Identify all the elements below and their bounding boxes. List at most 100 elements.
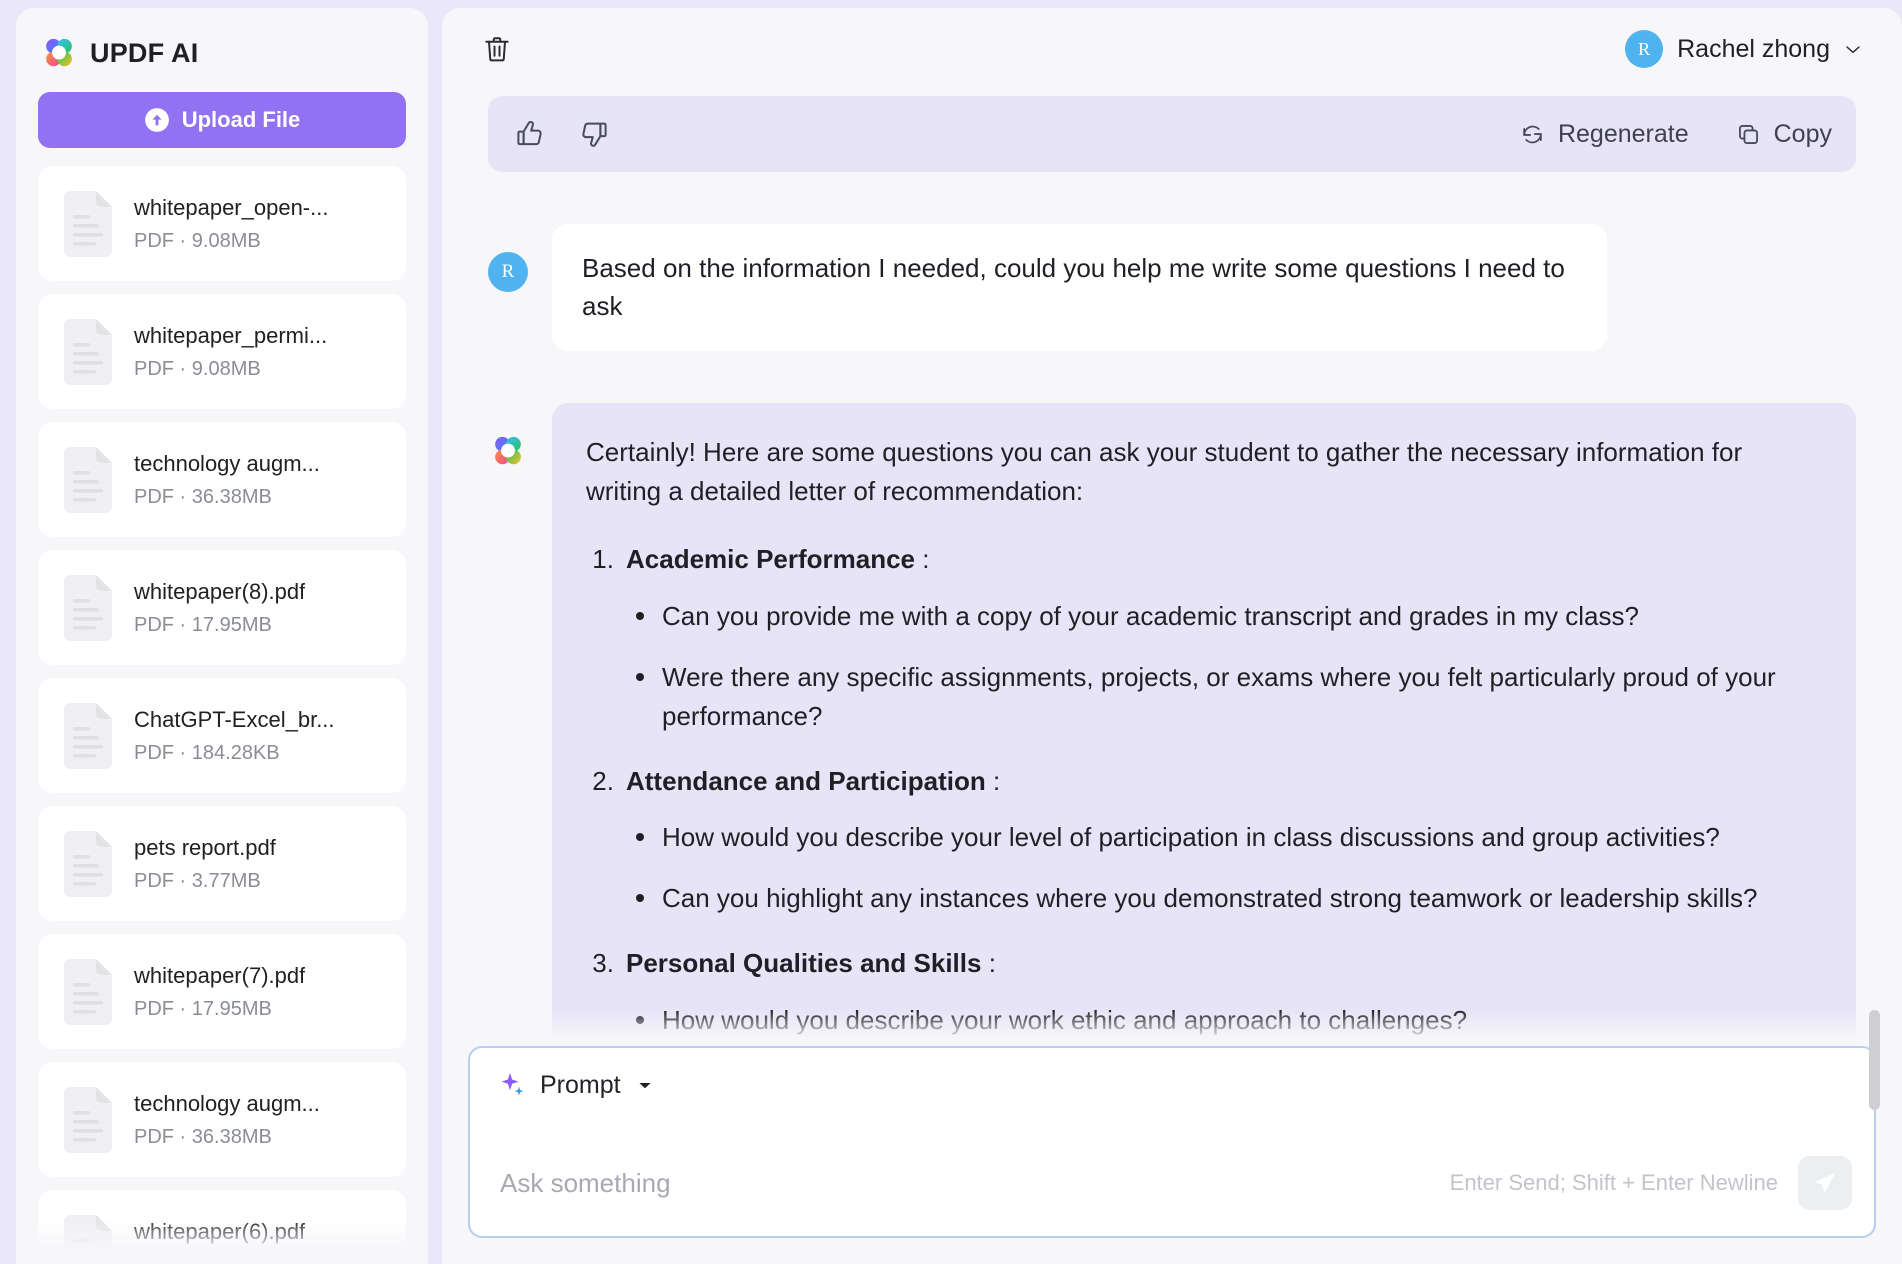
file-list[interactable]: whitepaper_open-... PDF · 9.08MB whitepape…: [16, 166, 428, 1264]
pdf-document-icon: [64, 190, 112, 257]
file-list-item[interactable]: whitepaper(7).pdf PDF · 17.95MB: [38, 934, 406, 1049]
question-bullet: How would you describe your level of par…: [632, 818, 1822, 857]
assistant-avatar: [488, 431, 528, 471]
message-tools: Regenerate Copy: [1519, 120, 1832, 149]
copy-label: Copy: [1773, 119, 1832, 148]
question-section: Academic Performance : Can you provide me…: [586, 540, 1822, 735]
feedback-buttons: [510, 114, 614, 154]
chevron-down-icon: [1846, 46, 1860, 54]
file-name: whitepaper_permi...: [134, 322, 328, 348]
question-bullet-list: How would you describe your level of par…: [632, 818, 1822, 918]
question-section: Attendance and Participation : How would …: [586, 762, 1822, 918]
app-root: UPDF AI Upload File whitepaper_open-... P…: [0, 0, 1902, 1264]
file-list-item[interactable]: pets report.pdf PDF · 3.77MB: [38, 806, 406, 921]
file-name: pets report.pdf: [134, 834, 276, 860]
question-section-colon: :: [992, 765, 1001, 796]
file-list-item[interactable]: whitepaper(8).pdf PDF · 17.95MB: [38, 550, 406, 665]
user-message-text: Based on the information I needed, could…: [552, 224, 1607, 352]
account-menu[interactable]: R Rachel zhong: [1625, 30, 1862, 68]
pdf-document-icon: [64, 574, 112, 641]
file-name: whitepaper(8).pdf: [134, 578, 306, 604]
file-meta: whitepaper(7).pdf PDF · 17.95MB: [134, 963, 305, 1021]
assistant-intro: Certainly! Here are some questions you c…: [586, 437, 1743, 506]
file-sub: PDF · 17.95MB: [134, 1254, 305, 1264]
composer: Prompt Enter Send; Shift + Enter Newline: [468, 1046, 1876, 1238]
upload-file-button[interactable]: Upload File: [38, 92, 406, 148]
pdf-document-icon: [64, 958, 112, 1025]
delete-conversation-button[interactable]: [476, 28, 518, 70]
file-name: ChatGPT-Excel_br...: [134, 706, 335, 732]
user-avatar: R: [488, 252, 528, 292]
refresh-icon: [1523, 125, 1542, 143]
thumbs-down-icon: [582, 122, 607, 147]
file-meta: technology augm... PDF · 36.38MB: [134, 1091, 320, 1149]
file-list-item[interactable]: technology augm... PDF · 36.38MB: [38, 1062, 406, 1177]
file-meta: whitepaper(6).pdf PDF · 17.95MB: [134, 1219, 305, 1264]
ask-input[interactable]: [492, 1161, 1430, 1205]
prompt-label: Prompt: [540, 1070, 621, 1099]
thumbs-up-button[interactable]: [510, 114, 550, 154]
thumbs-up-icon: [517, 120, 542, 146]
chat-scrollbar-track[interactable]: [1869, 100, 1892, 1110]
file-meta: pets report.pdf PDF · 3.77MB: [134, 835, 276, 893]
avatar: R: [1625, 30, 1664, 68]
file-sub: PDF · 9.08MB: [134, 357, 261, 380]
file-list-item[interactable]: ChatGPT-Excel_br... PDF · 184.28KB: [38, 678, 406, 793]
chat-scrollbar-thumb[interactable]: [1869, 1010, 1880, 1110]
file-list-item[interactable]: technology augm... PDF · 36.38MB: [38, 422, 406, 537]
regenerate-button[interactable]: Regenerate: [1519, 120, 1689, 149]
chevron-down-icon: [638, 1083, 651, 1089]
file-name: whitepaper_open-...: [134, 194, 329, 220]
message-action-bar: Regenerate Copy: [488, 96, 1856, 172]
file-sub: PDF · 17.95MB: [134, 997, 272, 1020]
file-name: technology augm...: [134, 1090, 320, 1116]
user-message-row: R Based on the information I needed, cou…: [488, 224, 1856, 352]
chat-scroll-area[interactable]: Regenerate Copy R Based on the informati…: [442, 90, 1902, 1046]
file-name: whitepaper(6).pdf: [134, 1218, 306, 1244]
trash-icon: [485, 37, 509, 62]
file-meta: technology augm... PDF · 36.38MB: [134, 451, 320, 509]
file-list-item[interactable]: whitepaper_open-... PDF · 9.08MB: [38, 166, 406, 281]
question-section: Personal Qualities and Skills : How would…: [586, 944, 1822, 1046]
pdf-document-icon: [64, 1086, 112, 1153]
file-meta: ChatGPT-Excel_br... PDF · 184.28KB: [134, 707, 335, 765]
sparkle-icon: [501, 1073, 524, 1096]
copy-icon: [1738, 124, 1758, 144]
file-meta: whitepaper_permi... PDF · 9.08MB: [134, 323, 327, 381]
thumbs-down-button[interactable]: [574, 114, 614, 154]
brand-title: UPDF AI: [90, 37, 199, 68]
question-section-title: Academic Performance: [626, 544, 916, 575]
assistant-message-body: Certainly! Here are some questions you c…: [552, 403, 1856, 1046]
main-panel: R Rachel zhong Regenerate Copy R Based o…: [442, 8, 1902, 1264]
file-sub: PDF · 3.77MB: [134, 869, 261, 892]
file-sub: PDF · 36.38MB: [134, 485, 272, 508]
file-sub: PDF · 17.95MB: [134, 613, 272, 636]
question-section-title: Attendance and Participation: [626, 765, 986, 796]
pdf-document-icon: [64, 318, 112, 385]
file-name: whitepaper(7).pdf: [134, 962, 306, 988]
copy-button[interactable]: Copy: [1735, 120, 1832, 149]
prompt-dropdown[interactable]: Prompt: [492, 1066, 659, 1104]
send-button[interactable]: [1798, 1156, 1852, 1210]
question-bullet: Can you provide me with a copy of your a…: [632, 597, 1822, 636]
updf-clover-logo-icon: [495, 437, 521, 465]
pdf-document-icon: [64, 830, 112, 897]
top-bar: R Rachel zhong: [442, 8, 1902, 90]
pdf-document-icon: [64, 446, 112, 513]
question-section-title: Personal Qualities and Skills: [626, 948, 982, 979]
pdf-document-icon: [64, 1214, 112, 1264]
composer-hint: Enter Send; Shift + Enter Newline: [1449, 1170, 1778, 1195]
question-section-heading: Attendance and Participation :: [586, 762, 1822, 800]
question-bullet: Were there any specific assignments, pro…: [632, 658, 1822, 736]
question-sections: Academic Performance : Can you provide me…: [586, 540, 1822, 1046]
file-list-item[interactable]: whitepaper_permi... PDF · 9.08MB: [38, 294, 406, 409]
send-paper-plane-icon: [1814, 1172, 1836, 1194]
question-section-colon: :: [922, 544, 930, 575]
question-section-colon: :: [988, 948, 996, 979]
question-section-heading: Personal Qualities and Skills :: [586, 944, 1822, 982]
question-bullet: How would you describe your work ethic a…: [632, 1001, 1822, 1040]
sidebar: UPDF AI Upload File whitepaper_open-... P…: [16, 8, 428, 1264]
file-meta: whitepaper_open-... PDF · 9.08MB: [134, 195, 328, 253]
account-name: Rachel zhong: [1677, 34, 1830, 63]
file-list-item[interactable]: whitepaper(6).pdf PDF · 17.95MB: [38, 1190, 406, 1264]
